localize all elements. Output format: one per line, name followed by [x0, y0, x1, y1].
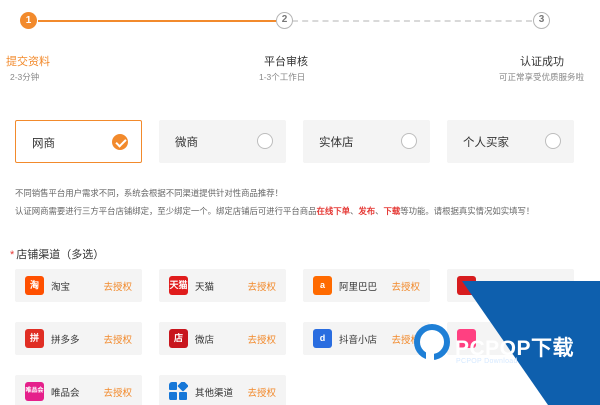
- channel-name: 唯品会: [51, 388, 80, 399]
- note-line-2: 认证网商需要进行三方平台店铺绑定，至少绑定一个。绑定店铺后可进行平台商品在线下单…: [15, 202, 534, 220]
- step-3-subtitle: 可正常享受优质服务啦: [499, 72, 585, 82]
- type-option-label: 微商: [175, 137, 198, 149]
- note-line-1: 不同销售平台用户需求不同，系统会根据不同渠道提供针对性商品推荐！: [15, 188, 283, 198]
- authorize-link[interactable]: 去授权: [247, 279, 276, 293]
- weidian-icon: 店: [169, 329, 188, 348]
- note-text: 认证网商需要进行三方平台店铺绑定，至少绑定一个。绑定店铺后可进行平台商品: [15, 206, 317, 216]
- channel-card[interactable]: 店微店 去授权: [159, 322, 286, 355]
- highlight-publish: 发布: [358, 206, 376, 216]
- type-option-label: 网商: [32, 138, 55, 150]
- step-1-title: 提交资料: [6, 56, 50, 68]
- grid-square: [169, 392, 177, 400]
- taobao-icon: 淘: [25, 276, 44, 295]
- radio-icon[interactable]: [545, 133, 561, 149]
- radio-icon[interactable]: [257, 133, 273, 149]
- authorize-link[interactable]: 去授权: [391, 279, 420, 293]
- seller-type-options: 网商 微商 实体店 个人买家: [15, 120, 585, 164]
- watermark-subtitle: PCPOP Download: [456, 358, 518, 365]
- section-title-text: 店铺渠道（多选）: [16, 249, 105, 261]
- highlight-online-order: 在线下单: [316, 206, 351, 216]
- channel-name: 微店: [195, 335, 215, 346]
- channel-name: 阿里巴巴: [339, 282, 378, 293]
- type-option-wechat-seller[interactable]: 微商: [159, 120, 286, 163]
- step-2-subtitle: 1-3个工作日: [259, 72, 306, 82]
- step-line-completed: [38, 20, 276, 22]
- douyin-icon: d: [313, 329, 332, 348]
- type-option-online-store[interactable]: 网商: [15, 120, 142, 163]
- channel-name: 淘宝: [51, 282, 71, 293]
- vipshop-icon: 唯品会: [25, 382, 44, 401]
- tmall-icon: 天猫: [169, 276, 188, 295]
- channel-name: 抖音小店: [339, 335, 378, 346]
- required-mark: *: [10, 249, 15, 261]
- authorize-link[interactable]: 去授权: [247, 332, 276, 346]
- grid-square: [179, 392, 187, 400]
- step-1-circle: 1: [20, 12, 37, 29]
- channel-card[interactable]: 其他渠道 去授权: [159, 375, 286, 405]
- channel-card[interactable]: 天猫 天猫 去授权: [159, 269, 286, 302]
- channel-card[interactable]: a 阿里巴巴 去授权: [303, 269, 430, 302]
- note-separator: 、: [375, 206, 384, 216]
- step-2-title: 平台审核: [264, 56, 308, 68]
- step-3-title: 认证成功: [520, 56, 564, 68]
- type-option-label: 个人买家: [463, 137, 509, 149]
- authorize-link[interactable]: 去授权: [103, 332, 132, 346]
- checked-radio-icon[interactable]: [112, 134, 128, 150]
- step-2-circle: 2: [276, 12, 293, 29]
- pinduoduo-icon: 拼: [25, 329, 44, 348]
- channel-card[interactable]: 淘淘宝 去授权: [15, 269, 142, 302]
- channels-section-title: * 店铺渠道（多选）: [10, 246, 104, 262]
- progress-stepper: 1 2 3 提交资料 2-3分钟 平台审核 1-3个工作日 认证成功 可正常享受…: [0, 0, 600, 90]
- channel-name: 拼多多: [51, 335, 80, 346]
- grid-square: [169, 382, 177, 390]
- type-option-personal-buyer[interactable]: 个人买家: [447, 120, 574, 163]
- jd-icon: [457, 276, 476, 295]
- channel-card[interactable]: d 抖音小店 去授权: [303, 322, 430, 355]
- channel-card[interactable]: 唯品会 唯品会 去授权: [15, 375, 142, 405]
- highlight-download: 下载: [383, 206, 401, 216]
- channel-card[interactable]: [447, 269, 574, 302]
- step-line-pending: [292, 20, 532, 22]
- alibaba-icon: a: [313, 276, 332, 295]
- step-3-circle: 3: [533, 12, 550, 29]
- authorize-link[interactable]: 去授权: [247, 385, 276, 399]
- radio-icon[interactable]: [401, 133, 417, 149]
- step-1-subtitle: 2-3分钟: [10, 72, 40, 82]
- channel-name: 天猫: [195, 282, 215, 293]
- authorize-link[interactable]: 去授权: [103, 279, 132, 293]
- type-option-physical-store[interactable]: 实体店: [303, 120, 430, 163]
- other-channel-icon: [169, 382, 188, 401]
- note-text: 等功能。请根据真实情况如实填写！: [400, 206, 535, 216]
- pcpop-logo-icon: [414, 324, 450, 368]
- instruction-notes: 不同销售平台用户需求不同，系统会根据不同渠道提供针对性商品推荐！ 认证网商需要进…: [15, 184, 534, 220]
- channel-card[interactable]: 拼拼多多 去授权: [15, 322, 142, 355]
- type-option-label: 实体店: [319, 137, 354, 149]
- channel-name: 其他渠道: [195, 388, 234, 399]
- authorize-link[interactable]: 去授权: [103, 385, 132, 399]
- grid-square: [177, 382, 188, 392]
